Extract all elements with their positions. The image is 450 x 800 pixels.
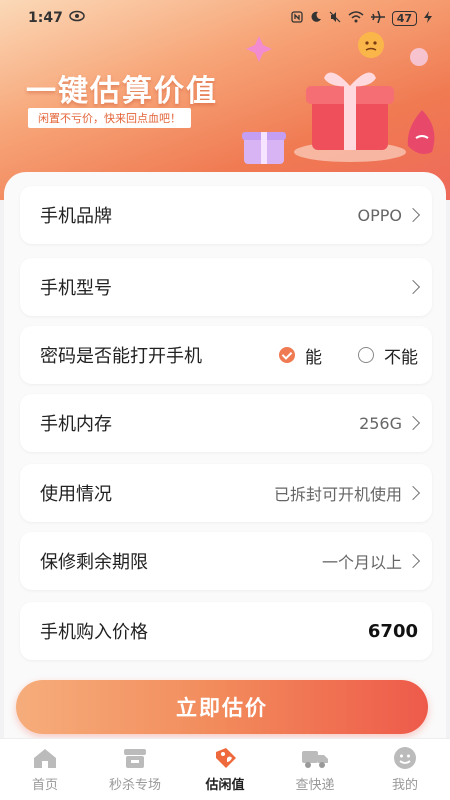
- eye-icon: [69, 10, 85, 26]
- password-row: 密码是否能打开手机 能 不能: [20, 326, 432, 384]
- password-no-radio[interactable]: 不能: [358, 343, 418, 368]
- tag-icon: [211, 746, 239, 770]
- storage-label: 手机内存: [40, 414, 112, 435]
- hero-banner: 1:47 47 一键估算价值 闲置不亏价，快来回点血吧！: [0, 0, 450, 200]
- tab-home[interactable]: 首页: [5, 746, 85, 793]
- store-icon: [121, 746, 149, 770]
- estimate-button[interactable]: 立即估价: [16, 680, 428, 734]
- password-yes-label: 能: [305, 347, 322, 368]
- hero-subtitle: 闲置不亏价，快来回点血吧！: [28, 108, 191, 128]
- truck-icon: [301, 746, 329, 770]
- radio-checked-icon: [279, 347, 295, 363]
- bottom-tab-bar: 首页 秒杀专场 估闲值 查快递 我的: [0, 738, 450, 800]
- model-row[interactable]: 手机型号: [20, 258, 432, 316]
- smile-icon: [391, 746, 419, 770]
- price-value[interactable]: 6700: [368, 621, 418, 642]
- nfc-icon: [291, 10, 303, 26]
- radio-unchecked-icon: [358, 347, 374, 363]
- hero-title: 一键估算价值: [26, 74, 218, 109]
- mute-icon: [329, 11, 341, 26]
- brand-label: 手机品牌: [40, 206, 112, 227]
- password-yes-radio[interactable]: 能: [279, 343, 322, 368]
- chevron-right-icon: [405, 553, 421, 569]
- bubble-decoration-icon: [408, 46, 430, 72]
- tab-express[interactable]: 查快递: [275, 746, 355, 793]
- home-icon: [31, 746, 59, 770]
- tab-flash-sale[interactable]: 秒杀专场: [95, 746, 175, 793]
- storage-row[interactable]: 手机内存 256G: [20, 394, 432, 452]
- password-no-label: 不能: [384, 347, 418, 368]
- password-label: 密码是否能打开手机: [40, 346, 202, 367]
- small-gift-decoration-icon: [236, 122, 292, 172]
- tab-mine-label: 我的: [391, 778, 418, 793]
- brand-row[interactable]: 手机品牌 OPPO: [20, 186, 432, 244]
- chevron-right-icon: [405, 207, 421, 223]
- chevron-right-icon: [405, 485, 421, 501]
- tab-flash-sale-label: 秒杀专场: [108, 778, 161, 793]
- tab-valuation-label: 估闲值: [205, 778, 245, 793]
- status-time: 1:47: [28, 10, 63, 26]
- tab-mine[interactable]: 我的: [365, 746, 445, 793]
- chevron-right-icon: [405, 415, 421, 431]
- storage-value: 256G: [359, 413, 402, 433]
- moon-icon: [310, 11, 322, 26]
- tab-home-label: 首页: [31, 778, 58, 793]
- tab-express-label: 查快递: [295, 778, 335, 793]
- tab-valuation[interactable]: 估闲值: [185, 746, 265, 793]
- model-label: 手机型号: [40, 278, 112, 299]
- charging-icon: [424, 10, 432, 26]
- usage-value: 已拆封可开机使用: [273, 485, 402, 504]
- price-label: 手机购入价格: [40, 622, 148, 643]
- gift-box-icon: [290, 56, 410, 166]
- star-decoration-icon: [244, 34, 274, 68]
- warranty-label: 保修剩余期限: [40, 552, 148, 573]
- wifi-icon: [348, 10, 364, 26]
- battery-indicator: 47: [391, 10, 417, 26]
- chevron-right-icon: [405, 279, 421, 295]
- price-row[interactable]: 手机购入价格 6700: [20, 602, 432, 660]
- warranty-row[interactable]: 保修剩余期限 一个月以上: [20, 532, 432, 590]
- airplane-icon: [370, 10, 385, 26]
- usage-row[interactable]: 使用情况 已拆封可开机使用: [20, 464, 432, 522]
- warranty-value: 一个月以上: [321, 553, 402, 572]
- usage-label: 使用情况: [40, 484, 112, 505]
- brand-value: OPPO: [357, 205, 402, 225]
